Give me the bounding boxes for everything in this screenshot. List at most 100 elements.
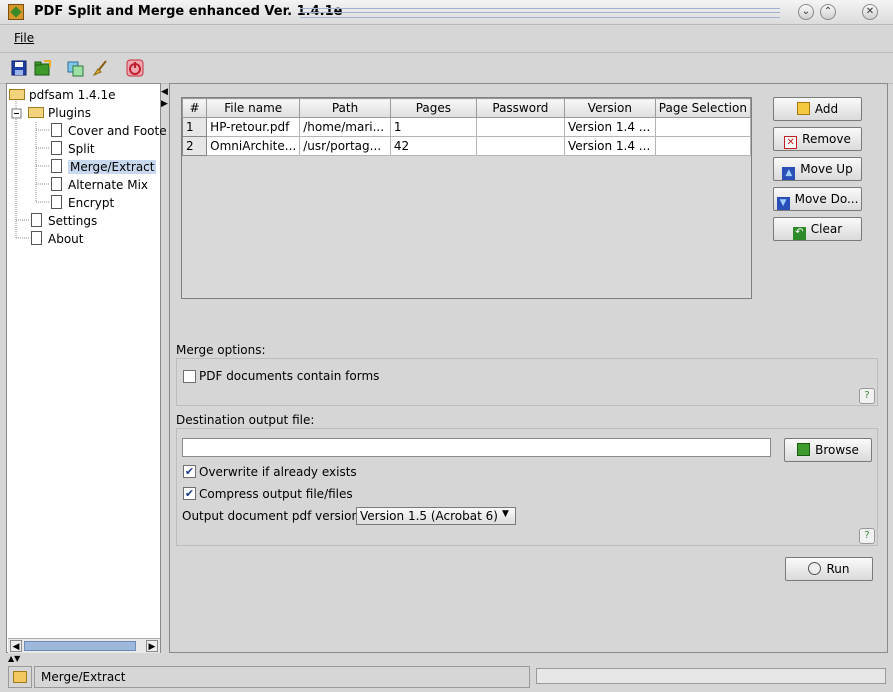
close-button[interactable]: ✕ <box>862 4 878 20</box>
arrow-up-icon: ▲ <box>782 167 796 180</box>
column-header[interactable]: Path <box>299 98 391 118</box>
remove-button[interactable]: ✕ Remove <box>773 127 862 151</box>
column-header[interactable]: # <box>181 98 208 118</box>
page-icon <box>51 195 62 209</box>
dropdown-arrow-icon: ▼ <box>502 509 509 519</box>
page-icon <box>51 141 62 155</box>
split-pane-divider[interactable]: ◀ ▶ <box>161 83 169 653</box>
add-button[interactable]: Add <box>773 97 862 121</box>
status-icon-box <box>8 666 32 688</box>
row-number: 2 <box>181 136 208 156</box>
cell-pages[interactable]: 1 <box>389 117 477 137</box>
maximize-button[interactable]: ⌃ <box>820 4 836 20</box>
tree-settings[interactable]: Settings <box>31 212 97 230</box>
chevron-down-icon: ⌄ <box>801 6 811 17</box>
scroll-thumb[interactable] <box>24 641 136 651</box>
arrow-down-icon: ▼ <box>776 197 790 210</box>
pdf-version-select[interactable]: Version 1.5 (Acrobat 6) ▼ <box>356 507 516 525</box>
folder-open-icon <box>28 107 44 118</box>
row-number: 1 <box>181 117 208 137</box>
exit-icon[interactable] <box>126 59 144 77</box>
column-header[interactable]: File name <box>206 98 301 118</box>
toolbar <box>0 52 893 84</box>
menu-file[interactable]: File <box>14 31 34 45</box>
tree-item-split[interactable]: Split <box>51 140 95 158</box>
folder-open-icon <box>9 89 25 100</box>
tree-item-cover-footer[interactable]: Cover and Foote <box>51 122 167 140</box>
tree-root[interactable]: pdfsam 1.4.1e <box>9 86 115 104</box>
cell-file-name[interactable]: HP-retour.pdf <box>206 117 301 137</box>
window-title: PDF Split and Merge enhanced Ver. 1.4.1e <box>34 4 343 19</box>
page-icon <box>31 231 42 245</box>
page-icon <box>51 177 62 191</box>
column-header[interactable]: Password <box>475 98 565 118</box>
title-decoration <box>300 8 780 18</box>
table-row[interactable]: 2 OmniArchite... /usr/portag... 42 Versi… <box>181 136 752 156</box>
cell-pages[interactable]: 42 <box>389 136 477 156</box>
destination-label: Destination output file: <box>176 413 315 427</box>
run-button[interactable]: Run <box>785 557 873 581</box>
remove-icon: ✕ <box>784 136 798 149</box>
cell-version[interactable]: Version 1.4 ... <box>563 136 656 156</box>
collapse-arrow-icon[interactable]: ◀ <box>161 87 168 97</box>
cell-page-selection[interactable] <box>654 117 752 137</box>
tree-item-alternate-mix[interactable]: Alternate Mix <box>51 176 148 194</box>
expand-arrow-icon[interactable]: ▶ <box>161 99 168 109</box>
column-header[interactable]: Version <box>563 98 656 118</box>
file-table[interactable]: # File name Path Pages Password Version … <box>181 98 752 156</box>
tree-item-merge-extract[interactable]: Merge/Extract <box>51 158 157 176</box>
gear-icon <box>808 562 822 575</box>
overwrite-checkbox-label: Overwrite if already exists <box>199 465 357 479</box>
help-icon[interactable]: ? <box>859 388 875 404</box>
close-icon: ✕ <box>865 6 875 17</box>
tree-horizontal-scrollbar[interactable]: ◀ ▶ <box>8 638 160 653</box>
column-header[interactable]: Page Selection <box>654 98 752 118</box>
tree-plugins[interactable]: Plugins <box>28 104 91 122</box>
cell-password[interactable] <box>475 117 565 137</box>
tree-about[interactable]: About <box>31 230 83 248</box>
title-bar: PDF Split and Merge enhanced Ver. 1.4.1e… <box>0 0 893 25</box>
cell-page-selection[interactable] <box>654 136 752 156</box>
forms-checkbox[interactable] <box>183 370 196 383</box>
menu-bar: File <box>0 27 893 49</box>
plugin-icon <box>13 671 27 683</box>
cell-password[interactable] <box>475 136 565 156</box>
scroll-right-icon[interactable]: ▶ <box>146 640 158 652</box>
cell-path[interactable]: /home/mari... <box>299 117 391 137</box>
scroll-left-icon[interactable]: ◀ <box>10 640 22 652</box>
clear-button[interactable]: ↶ Clear <box>773 217 862 241</box>
table-header-row: # File name Path Pages Password Version … <box>181 98 752 118</box>
help-icon[interactable]: ? <box>859 528 875 544</box>
merge-options-label: Merge options: <box>176 343 266 357</box>
browse-button[interactable]: Browse <box>784 438 872 462</box>
forms-checkbox-label: PDF documents contain forms <box>199 369 380 383</box>
cell-file-name[interactable]: OmniArchite... <box>206 136 301 156</box>
column-header[interactable]: Pages <box>389 98 477 118</box>
add-icon <box>796 102 810 115</box>
undo-icon: ↶ <box>792 227 806 240</box>
status-bar: Merge/Extract <box>0 662 893 692</box>
cell-path[interactable]: /usr/portag... <box>299 136 391 156</box>
compress-checkbox[interactable]: ✔ <box>183 487 196 500</box>
tree-item-encrypt[interactable]: Encrypt <box>51 194 114 212</box>
page-icon <box>31 213 42 227</box>
pdf-version-label: Output document pdf version: <box>182 509 364 523</box>
save-icon[interactable] <box>10 59 28 77</box>
destination-file-input[interactable] <box>182 438 771 457</box>
progress-bar <box>536 668 886 684</box>
chevron-up-icon: ⌃ <box>823 6 833 17</box>
minimize-button[interactable]: ⌄ <box>798 4 814 20</box>
status-text-box: Merge/Extract <box>34 666 530 688</box>
move-up-button[interactable]: ▲ Move Up <box>773 157 862 181</box>
move-down-button[interactable]: ▼ Move Do... <box>773 187 862 211</box>
settings-icon[interactable] <box>67 59 85 77</box>
plugin-tree: pdfsam 1.4.1e Plugins Cover and Foote Sp… <box>6 83 167 653</box>
overwrite-checkbox[interactable]: ✔ <box>183 465 196 478</box>
cell-version[interactable]: Version 1.4 ... <box>563 117 656 137</box>
table-row[interactable]: 1 HP-retour.pdf /home/mari... 1 Version … <box>181 117 752 137</box>
load-icon[interactable] <box>34 59 52 77</box>
file-table-container: # File name Path Pages Password Version … <box>181 97 752 299</box>
app-icon <box>8 4 24 20</box>
page-icon <box>51 123 62 137</box>
clear-icon[interactable] <box>92 59 110 77</box>
